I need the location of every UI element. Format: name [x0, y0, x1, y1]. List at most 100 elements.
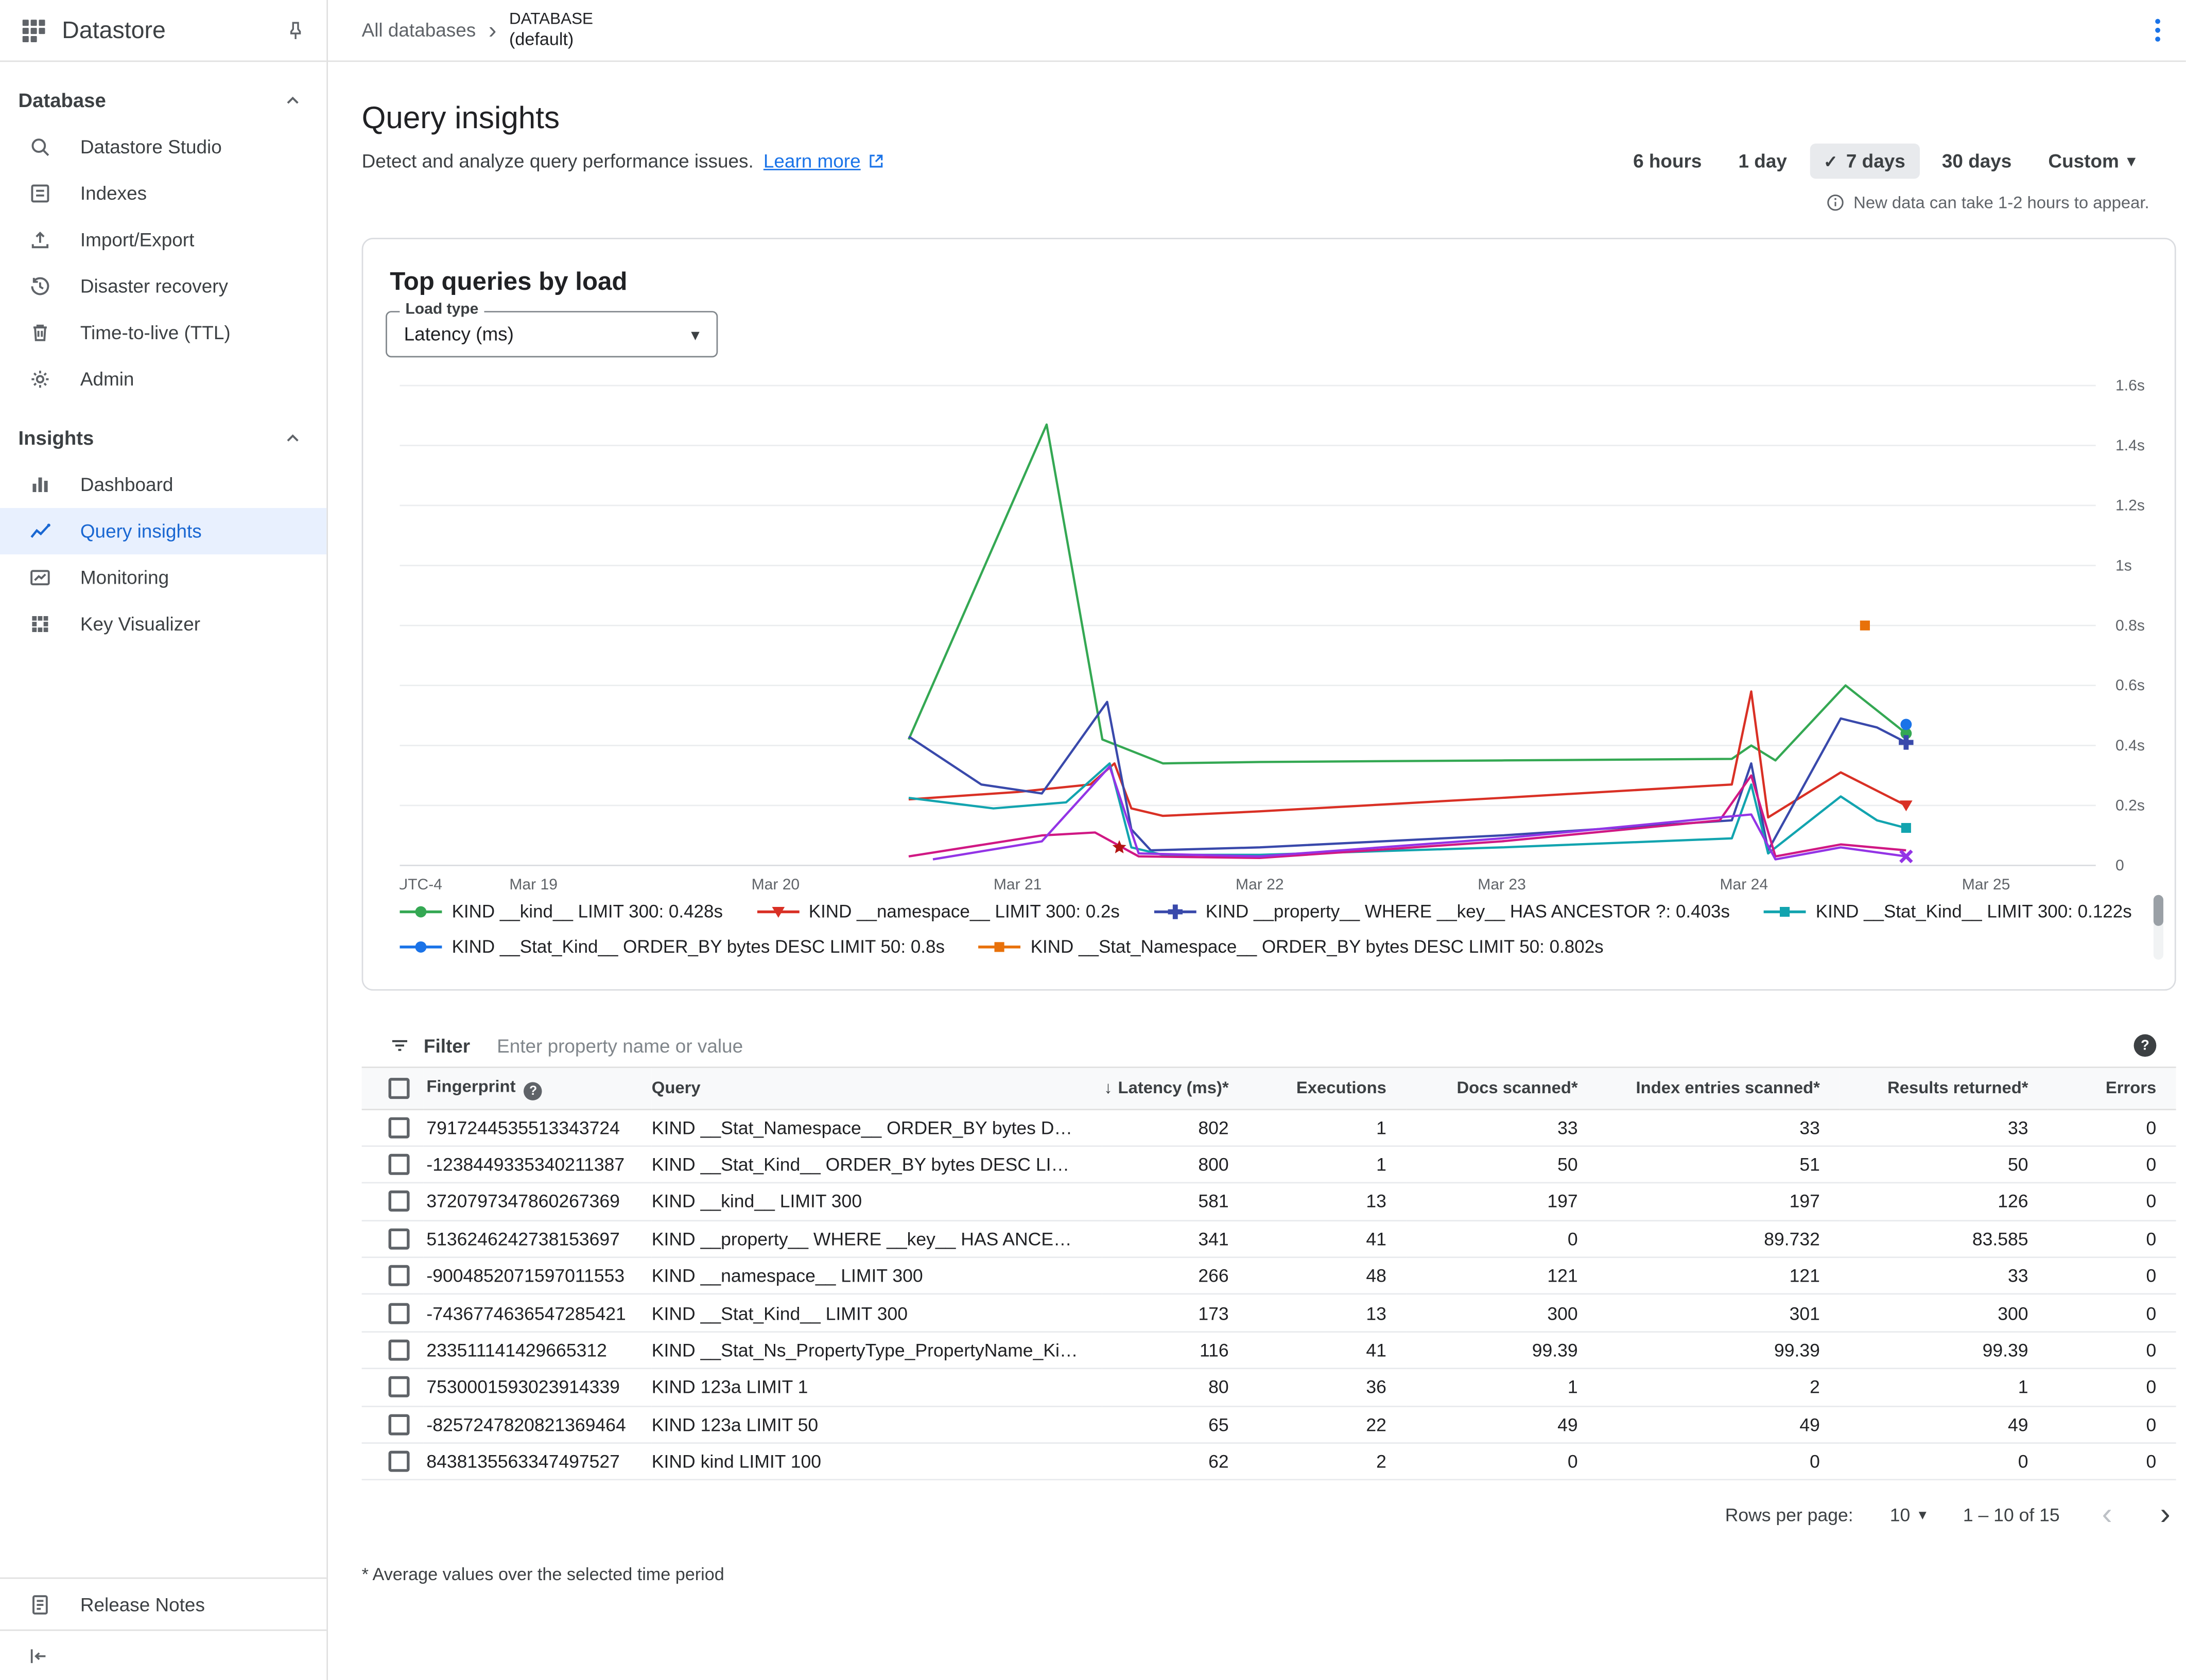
cell-latency-ms: 80 — [1102, 1369, 1248, 1406]
table-row[interactable]: 8438135563347497527KIND kind LIMIT 10062… — [362, 1443, 2176, 1480]
legend-item-kind-kind-limit-300[interactable]: KIND __kind__ LIMIT 300: 0.428s — [400, 901, 723, 922]
legend-item-kind-stat-kind-limit-300[interactable]: KIND __Stat_Kind__ LIMIT 300: 0.122s — [1764, 901, 2132, 922]
sidebar-item-dashboard[interactable]: Dashboard — [0, 462, 326, 508]
time-range-1-day[interactable]: 1 day — [1724, 144, 1801, 179]
table-row[interactable]: -1238449335340211387KIND __Stat_Kind__ O… — [362, 1146, 2176, 1183]
cell-fingerprint: -8257247820821369464 — [424, 1406, 652, 1443]
apps-grid-icon — [20, 16, 48, 44]
rows-per-page-select[interactable]: 10 ▾ — [1890, 1504, 1927, 1525]
cell-query: KIND __Stat_Ns_PropertyType_PropertyName… — [652, 1332, 1102, 1369]
table-row[interactable]: 233511141429665312KIND __Stat_Ns_Propert… — [362, 1332, 2176, 1369]
time-range-7-days[interactable]: ✓7 days — [1810, 144, 1920, 179]
legend-item-kind-stat-namespace-order-by-bytes-desc-[interactable]: KIND __Stat_Namespace__ ORDER_BY bytes D… — [979, 936, 1604, 957]
pin-icon[interactable] — [284, 19, 307, 42]
legend-item-kind-stat-kind-order-by-bytes-desc-limit[interactable]: KIND __Stat_Kind__ ORDER_BY bytes DESC L… — [400, 936, 945, 957]
sidebar-item-monitoring[interactable]: Monitoring — [0, 554, 326, 601]
row-checkbox[interactable] — [389, 1117, 410, 1138]
load-type-select[interactable]: Load type Latency (ms) ▾ — [386, 311, 718, 357]
row-checkbox[interactable] — [389, 1303, 410, 1324]
release-notes-link[interactable]: Release Notes — [0, 1578, 326, 1630]
sidebar: Datastore Database Datastore Studio — [0, 0, 328, 1680]
legend-item-kind-namespace-limit-300[interactable]: KIND __namespace__ LIMIT 300: 0.2s — [757, 901, 1120, 922]
table-row[interactable]: 7917244535513343724KIND __Stat_Namespace… — [362, 1109, 2176, 1146]
table-row[interactable]: -8257247820821369464KIND 123a LIMIT 5065… — [362, 1406, 2176, 1443]
cell-latency-ms: 802 — [1102, 1109, 1248, 1146]
table-row[interactable]: -7436774636547285421KIND __Stat_Kind__ L… — [362, 1294, 2176, 1332]
row-checkbox[interactable] — [389, 1414, 410, 1435]
cell-results-returned: 33 — [1840, 1109, 2048, 1146]
sidebar-item-query-insights[interactable]: Query insights — [0, 508, 326, 554]
cell-executions: 48 — [1248, 1257, 1406, 1294]
column-header-latency-ms[interactable]: ↓Latency (ms)* — [1102, 1068, 1248, 1109]
sidebar-item-ttl[interactable]: Time-to-live (TTL) — [0, 309, 326, 356]
cell-index-entries-scanned: 121 — [1598, 1257, 1840, 1294]
learn-more-link[interactable]: Learn more — [764, 151, 861, 172]
table-row[interactable]: 5136246242738153697KIND __property__ WHE… — [362, 1220, 2176, 1257]
row-checkbox[interactable] — [389, 1265, 410, 1286]
cell-errors: 0 — [2048, 1294, 2176, 1332]
time-range-custom[interactable]: Custom▾ — [2034, 144, 2149, 179]
column-header-docs-scanned[interactable]: Docs scanned* — [1406, 1068, 1598, 1109]
cell-latency-ms: 266 — [1102, 1257, 1248, 1294]
legend-label: KIND __Stat_Namespace__ ORDER_BY bytes D… — [1031, 936, 1604, 957]
column-header-index-entries-scanned[interactable]: Index entries scanned* — [1598, 1068, 1840, 1109]
chevron-right-icon: › — [489, 19, 497, 42]
collapse-left-icon — [27, 1644, 49, 1667]
column-header-results-returned[interactable]: Results returned* — [1840, 1068, 2048, 1109]
load-type-value: Latency (ms) — [404, 324, 514, 345]
legend-marker-icon — [757, 903, 799, 920]
row-checkbox[interactable] — [389, 1377, 410, 1398]
column-header-errors[interactable]: Errors — [2048, 1068, 2176, 1109]
time-range-selector: 6 hours1 day ✓7 days30 daysCustom▾ — [1619, 144, 2149, 179]
time-range-6-hours[interactable]: 6 hours — [1619, 144, 1716, 179]
column-header-fingerprint[interactable]: Fingerprint? — [424, 1068, 652, 1109]
svg-text:0: 0 — [2115, 857, 2124, 874]
main-content: Query insights Detect and analyze query … — [328, 62, 2186, 1680]
top-queries-card: Top queries by load Load type Latency (m… — [362, 238, 2176, 991]
cell-docs-scanned: 121 — [1406, 1257, 1598, 1294]
column-header-query[interactable]: Query — [652, 1068, 1102, 1109]
dropdown-caret-icon: ▾ — [691, 324, 699, 344]
sidebar-item-disaster-recovery[interactable]: Disaster recovery — [0, 263, 326, 309]
sidebar-item-datastore-studio[interactable]: Datastore Studio — [0, 124, 326, 170]
cell-index-entries-scanned: 89.732 — [1598, 1220, 1840, 1257]
cell-errors: 0 — [2048, 1109, 2176, 1146]
filter-label: Filter — [424, 1035, 470, 1056]
sidebar-item-label: Disaster recovery — [80, 276, 228, 297]
sidebar-item-import-export[interactable]: Import/Export — [0, 217, 326, 263]
cell-index-entries-scanned: 33 — [1598, 1109, 1840, 1146]
row-checkbox[interactable] — [389, 1228, 410, 1249]
row-checkbox[interactable] — [389, 1340, 410, 1361]
next-page-button[interactable]: › — [2155, 1499, 2176, 1530]
time-range-30-days[interactable]: 30 days — [1928, 144, 2026, 179]
table-row[interactable]: -9004852071597011553KIND __namespace__ L… — [362, 1257, 2176, 1294]
release-notes-label: Release Notes — [80, 1594, 205, 1615]
svg-text:0.4s: 0.4s — [2115, 737, 2145, 754]
previous-page-button[interactable]: ‹ — [2096, 1499, 2118, 1530]
table-row[interactable]: 3720797347860267369KIND __kind__ LIMIT 3… — [362, 1183, 2176, 1220]
row-checkbox[interactable] — [389, 1154, 410, 1175]
section-insights[interactable]: Insights — [0, 414, 326, 462]
external-link-icon — [868, 152, 886, 170]
collapse-sidebar-button[interactable] — [0, 1630, 326, 1680]
breadcrumb-all-databases[interactable]: All databases — [362, 20, 476, 41]
legend-item-kind-property-where-key-has-ancestor[interactable]: KIND __property__ WHERE __key__ HAS ANCE… — [1154, 901, 1730, 922]
more-options-icon[interactable] — [2155, 19, 2161, 42]
history-icon — [27, 274, 52, 299]
sidebar-item-admin[interactable]: Admin — [0, 356, 326, 402]
sidebar-item-indexes[interactable]: Indexes — [0, 170, 326, 217]
filter-input[interactable] — [483, 1035, 2121, 1056]
column-help-icon[interactable]: ? — [524, 1081, 543, 1100]
column-header-executions[interactable]: Executions — [1248, 1068, 1406, 1109]
cell-results-returned: 0 — [1840, 1443, 2048, 1480]
filter-row: Filter ? — [362, 1024, 2176, 1068]
section-database[interactable]: Database — [0, 76, 326, 124]
help-icon[interactable]: ? — [2134, 1034, 2157, 1057]
cell-index-entries-scanned: 197 — [1598, 1183, 1840, 1220]
sidebar-item-key-visualizer[interactable]: Key Visualizer — [0, 601, 326, 647]
select-all-checkbox[interactable] — [389, 1077, 410, 1098]
table-row[interactable]: 7530001593023914339KIND 123a LIMIT 18036… — [362, 1369, 2176, 1406]
legend-scrollbar-thumb[interactable] — [2154, 895, 2163, 926]
row-checkbox[interactable] — [389, 1451, 410, 1472]
row-checkbox[interactable] — [389, 1191, 410, 1212]
